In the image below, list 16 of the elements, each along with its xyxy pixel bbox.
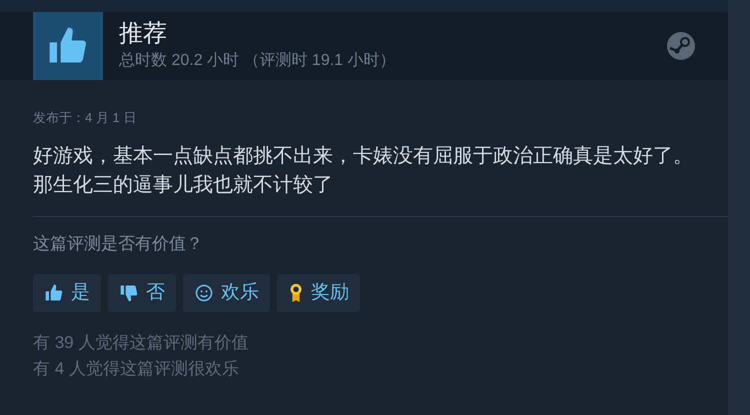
thumbs-up-icon [44,283,64,303]
smiley-icon [194,283,214,303]
vote-button[interactable]: 欢乐 [183,274,270,312]
vote-button[interactable]: 奖励 [277,274,360,312]
playtime-text: 总时数 20.2 小时 （评测时 19.1 小时） [119,50,397,71]
thumbs-down-icon [119,283,139,303]
medal-icon [288,283,304,303]
steam-logo-icon [667,32,695,60]
vote-button[interactable]: 否 [108,274,176,312]
helpful-question: 这篇评测是否有价值？ [33,232,204,254]
vote-count-text: 有 4 人觉得这篇评测很欢乐 [33,358,240,380]
vote-count-text: 有 39 人觉得这篇评测有价值 [33,332,250,354]
verdict-title: 推荐 [119,19,168,49]
posted-date: 发布于：4 月 1 日 [33,109,138,127]
vote-button[interactable]: 是 [33,274,101,312]
review-text: 好游戏，基本一点缺点都挑不出来，卡婊没有屈服于政治正确真是太好了。那生化三的逼事儿我也就不计较了 [33,144,694,198]
